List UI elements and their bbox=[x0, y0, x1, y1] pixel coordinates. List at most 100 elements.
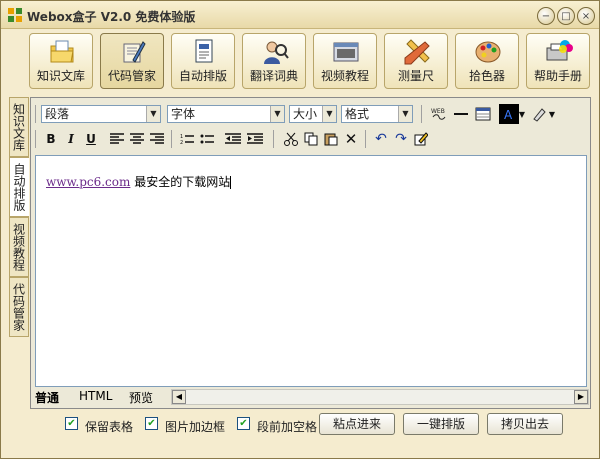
toolbar-label: 翻译词典 bbox=[249, 69, 298, 83]
toolbar-label: 拾色器 bbox=[468, 69, 505, 83]
content-link[interactable]: www.pc6.com bbox=[46, 175, 130, 189]
image-border-checkbox[interactable]: ✔ bbox=[145, 417, 158, 430]
redo-icon[interactable]: ↷ bbox=[391, 129, 411, 149]
text-document-icon bbox=[195, 39, 213, 63]
side-tab-auto-layout[interactable]: 自动排版 bbox=[9, 157, 29, 217]
indent-icon[interactable] bbox=[245, 129, 265, 149]
chevron-down-icon[interactable]: ▼ bbox=[547, 104, 557, 124]
image-border-label: 图片加边框 bbox=[165, 420, 226, 434]
size-select[interactable]: 大小 ▼ bbox=[289, 105, 337, 123]
chevron-down-icon: ▼ bbox=[146, 106, 160, 122]
unordered-list-icon[interactable] bbox=[197, 129, 217, 149]
underline-icon[interactable]: U bbox=[81, 129, 101, 149]
content-text: 最安全的下载网站 bbox=[130, 175, 231, 189]
tab-html[interactable]: HTML bbox=[79, 389, 112, 405]
copy-icon[interactable] bbox=[301, 129, 321, 149]
divider bbox=[421, 105, 422, 123]
one-click-layout-button[interactable]: 一键排版 bbox=[403, 413, 479, 435]
side-tab-knowledge[interactable]: 知识文库 bbox=[9, 97, 29, 157]
editor-panel: 段落 ▼ 字体 ▼ 大小 ▼ 格式 ▼ WEB A ▼ ▼ B I U 1 2 … bbox=[30, 97, 591, 409]
document-folder-icon bbox=[50, 40, 74, 63]
divider bbox=[273, 130, 274, 148]
toolbar-dictionary-button[interactable]: 翻译词典 bbox=[242, 33, 306, 89]
tab-preview[interactable]: 预览 bbox=[129, 389, 153, 405]
paragraph-select-value: 段落 bbox=[45, 107, 70, 121]
indent-space-label: 段前加空格 bbox=[257, 420, 318, 434]
toolbar-label: 视频教程 bbox=[320, 69, 369, 83]
toolbar-code-manager-button[interactable]: 代码管家 bbox=[100, 33, 164, 89]
maximize-icon[interactable]: □ bbox=[557, 7, 575, 25]
minimize-icon[interactable]: − bbox=[537, 7, 555, 25]
tab-normal[interactable]: 普通 bbox=[35, 389, 59, 405]
paste-in-button[interactable]: 粘点进来 bbox=[319, 413, 395, 435]
align-left-icon[interactable] bbox=[107, 129, 127, 149]
copy-out-button[interactable]: 拷贝出去 bbox=[487, 413, 563, 435]
window-title: Webox盒子 V2.0 免费体验版 bbox=[27, 10, 196, 24]
video-window-icon bbox=[333, 42, 359, 62]
toolbar-label: 自动排版 bbox=[178, 69, 227, 83]
format-toolbar: 段落 ▼ 字体 ▼ 大小 ▼ 格式 ▼ WEB A ▼ ▼ B I U 1 2 … bbox=[33, 100, 588, 152]
svg-text:A: A bbox=[504, 108, 513, 122]
title-bar[interactable]: Webox盒子 V2.0 免费体验版 − □ × bbox=[1, 1, 599, 29]
italic-icon[interactable]: I bbox=[61, 129, 81, 149]
toolbar-label: 测量尺 bbox=[397, 69, 434, 83]
toolbar-ruler-button[interactable]: 测量尺 bbox=[384, 33, 448, 89]
side-tab-video-tutorial[interactable]: 视频教程 bbox=[9, 217, 29, 277]
toolbar-help-button[interactable]: 帮助手册 bbox=[526, 33, 590, 89]
toolbar-grip bbox=[35, 130, 36, 148]
content-line: www.pc6.com 最安全的下载网站 bbox=[46, 173, 232, 190]
toolbar-knowledge-button[interactable]: 知识文库 bbox=[29, 33, 93, 89]
editor-content-area[interactable]: www.pc6.com 最安全的下载网站 bbox=[35, 155, 587, 387]
toolbar-label: 知识文库 bbox=[36, 69, 85, 83]
app-logo-icon bbox=[8, 8, 22, 22]
table-icon[interactable] bbox=[473, 104, 493, 124]
toolbar-color-picker-button[interactable]: 拾色器 bbox=[455, 33, 519, 89]
keep-table-checkbox[interactable]: ✔ bbox=[65, 417, 78, 430]
indent-space-checkbox[interactable]: ✔ bbox=[237, 417, 250, 430]
bold-icon[interactable]: B bbox=[41, 129, 61, 149]
close-icon[interactable]: × bbox=[577, 7, 595, 25]
ruler-pencil-icon bbox=[404, 39, 430, 65]
edit-note-icon[interactable] bbox=[411, 129, 431, 149]
divider bbox=[365, 130, 366, 148]
keep-table-label: 保留表格 bbox=[85, 420, 134, 434]
style-select-value: 格式 bbox=[345, 107, 370, 121]
palette-icon bbox=[475, 41, 501, 63]
ordered-list-icon[interactable]: 12 bbox=[177, 129, 197, 149]
chevron-down-icon: ▼ bbox=[398, 106, 412, 122]
web-link-icon[interactable]: WEB bbox=[429, 104, 449, 124]
toolbar-auto-layout-button[interactable]: 自动排版 bbox=[171, 33, 235, 89]
main-window: Webox盒子 V2.0 免费体验版 − □ × 知识文库 代码管家 自动排版 … bbox=[0, 0, 600, 459]
style-select[interactable]: 格式 ▼ bbox=[341, 105, 413, 123]
chevron-down-icon: ▼ bbox=[270, 106, 284, 122]
horizontal-scrollbar[interactable]: ◀ ▶ bbox=[171, 389, 589, 405]
scroll-right-icon[interactable]: ▶ bbox=[574, 390, 588, 404]
font-select-value: 字体 bbox=[171, 107, 196, 121]
side-tab-code-manager[interactable]: 代码管家 bbox=[9, 277, 29, 337]
outdent-icon[interactable] bbox=[223, 129, 243, 149]
main-toolbar: 知识文库 代码管家 自动排版 翻译词典 视频教程 测量尺 拾色器 帮助手册 bbox=[29, 33, 595, 91]
align-center-icon[interactable] bbox=[127, 129, 147, 149]
chevron-down-icon: ▼ bbox=[322, 106, 336, 122]
toolbar-grip bbox=[35, 105, 36, 123]
paragraph-select[interactable]: 段落 ▼ bbox=[41, 105, 161, 123]
chevron-down-icon[interactable]: ▼ bbox=[517, 104, 527, 124]
toolbar-video-tutorial-button[interactable]: 视频教程 bbox=[313, 33, 377, 89]
horizontal-rule-icon[interactable] bbox=[451, 104, 471, 124]
cut-icon[interactable] bbox=[281, 129, 301, 149]
svg-text:2: 2 bbox=[180, 140, 183, 145]
font-select[interactable]: 字体 ▼ bbox=[167, 105, 285, 123]
text-color-icon[interactable]: A bbox=[499, 104, 519, 124]
toolbar-label: 帮助手册 bbox=[533, 69, 582, 83]
text-caret bbox=[230, 176, 232, 189]
editor-mode-bar: 普通 HTML 预览 ◀ ▶ bbox=[33, 389, 589, 405]
paste-icon[interactable] bbox=[321, 129, 341, 149]
svg-text:WEB: WEB bbox=[431, 108, 445, 115]
highlight-pen-icon[interactable] bbox=[529, 104, 549, 124]
code-scroll-icon bbox=[123, 41, 146, 63]
scroll-left-icon[interactable]: ◀ bbox=[172, 390, 186, 404]
undo-icon[interactable]: ↶ bbox=[371, 129, 391, 149]
delete-icon[interactable]: ✕ bbox=[341, 129, 361, 149]
align-right-icon[interactable] bbox=[147, 129, 167, 149]
divider bbox=[171, 130, 172, 148]
